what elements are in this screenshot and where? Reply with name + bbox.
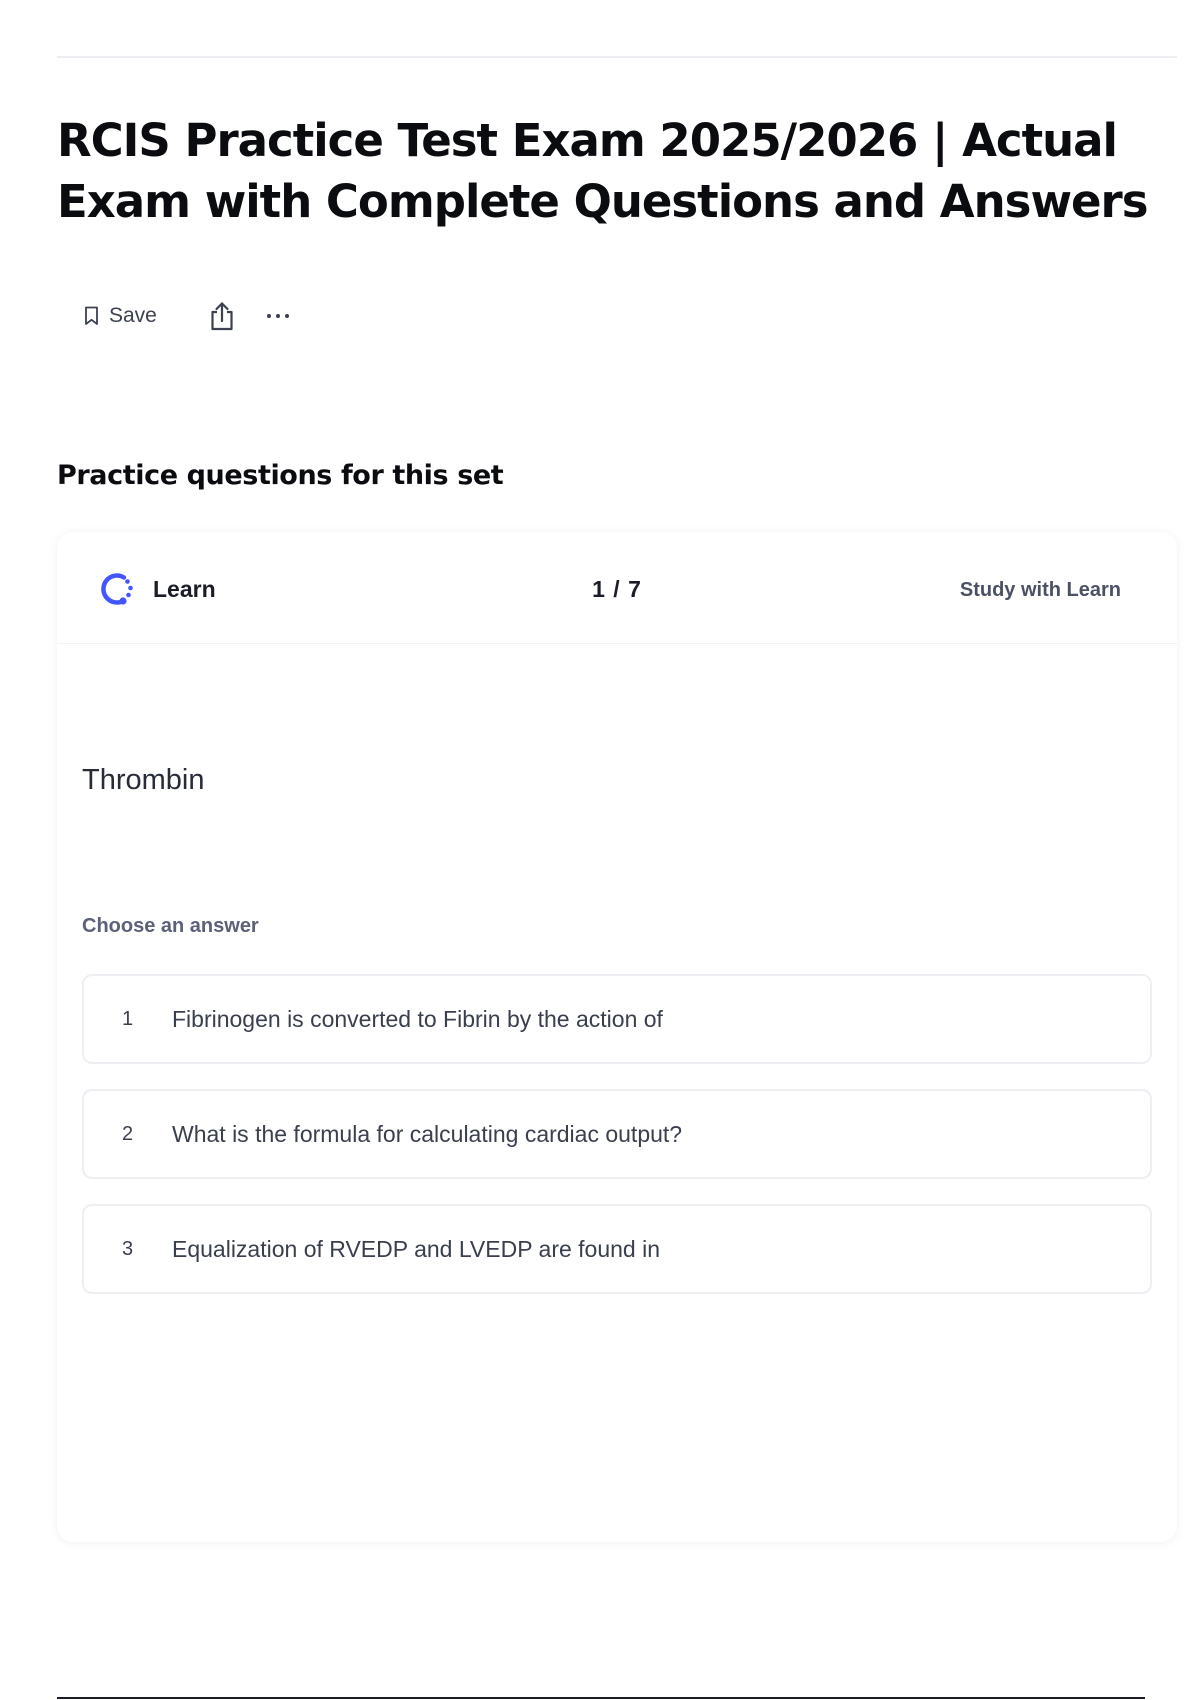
choose-answer-label: Choose an answer [82, 915, 259, 937]
page: RCIS Practice Test Exam 2025/2026 | Actu… [0, 0, 1200, 1700]
more-options-button[interactable] [266, 301, 289, 331]
question-term: Thrombin [82, 764, 205, 796]
save-label: Save [109, 304, 157, 327]
bottom-divider [57, 1697, 1145, 1699]
study-with-learn-link[interactable]: Study with Learn [960, 579, 1121, 602]
option-number: 2 [122, 1122, 134, 1145]
option-number: 3 [122, 1237, 134, 1260]
share-icon [211, 302, 233, 331]
save-button[interactable]: Save [84, 304, 157, 328]
option-text: Fibrinogen is converted to Fibrin by the… [172, 1005, 663, 1032]
option-text: What is the formula for calculating card… [172, 1120, 683, 1147]
more-icon [266, 314, 271, 318]
page-title: RCIS Practice Test Exam 2025/2026 | Actu… [57, 114, 1149, 228]
top-divider [57, 56, 1177, 58]
practice-card: Learn 1 / 7 Study with Learn Thrombin Ch… [57, 532, 1177, 1542]
answer-option-3[interactable]: 3 Equalization of RVEDP and LVEDP are fo… [82, 1204, 1152, 1294]
share-button[interactable] [209, 301, 235, 331]
card-header: Learn 1 / 7 Study with Learn [57, 532, 1177, 644]
section-heading: Practice questions for this set [57, 460, 504, 491]
option-number: 1 [122, 1007, 134, 1030]
answer-option-1[interactable]: 1 Fibrinogen is converted to Fibrin by t… [82, 974, 1152, 1064]
answer-options: 1 Fibrinogen is converted to Fibrin by t… [82, 974, 1152, 1319]
answer-option-2[interactable]: 2 What is the formula for calculating ca… [82, 1089, 1152, 1179]
action-bar: Save [84, 296, 289, 336]
option-text: Equalization of RVEDP and LVEDP are foun… [172, 1235, 661, 1262]
bookmark-icon [85, 306, 98, 325]
